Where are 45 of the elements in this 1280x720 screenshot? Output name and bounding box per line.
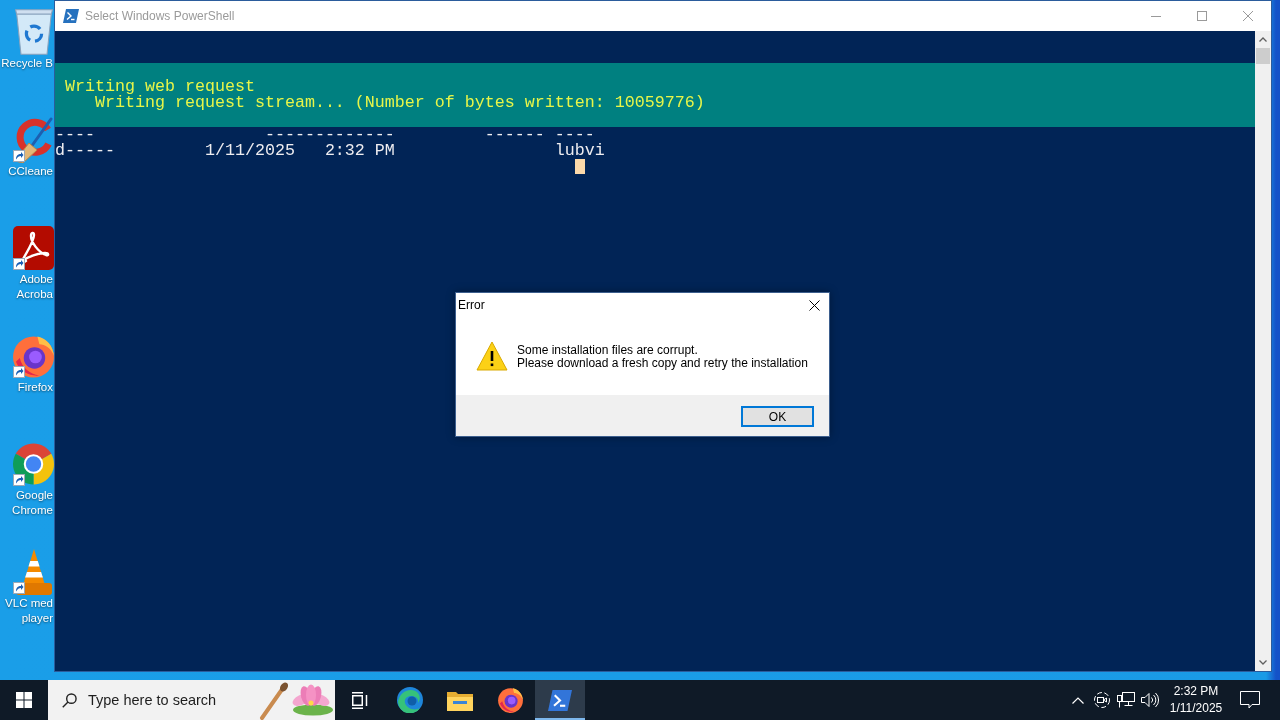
- ok-button[interactable]: OK: [741, 406, 814, 427]
- ribbon-tile-icon[interactable]: [13, 226, 54, 270]
- recycle-bin-icon[interactable]: [14, 9, 53, 55]
- four-panes-icon: [16, 692, 32, 708]
- task-view-icon: [351, 691, 369, 709]
- fox-globe-icon[interactable]: [13, 334, 54, 378]
- clock[interactable]: 2:32 PM 1/11/2025: [1162, 680, 1230, 720]
- desktop-icon-label[interactable]: Chrome: [12, 503, 54, 518]
- error-message: Some installation files are corrupt.: [517, 344, 698, 357]
- close-icon: [808, 299, 820, 311]
- camera-icon[interactable]: [1094, 692, 1110, 708]
- desktop-icon-label[interactable]: VLC med: [5, 596, 54, 611]
- desktop-icon-label[interactable]: Google: [15, 488, 54, 503]
- desktop-icon-label[interactable]: CCleane: [8, 164, 54, 179]
- terminal-icon: [63, 9, 79, 23]
- search-icon: [62, 693, 77, 708]
- speaker-icon[interactable]: [1141, 692, 1159, 708]
- network-icon[interactable]: [1117, 692, 1135, 708]
- dialog-title: Error: [458, 298, 485, 312]
- console-line: d----- 1/11/2025 2:32 PM lubvi: [55, 143, 605, 159]
- wave-logo-icon: [397, 687, 423, 713]
- window-title: Select Windows PowerShell: [85, 9, 235, 23]
- taskbar-app-button[interactable]: [535, 680, 585, 720]
- progress-activity: Writing web request: [65, 79, 255, 95]
- desktop-icon-label[interactable]: Firefox: [17, 380, 54, 395]
- search-field[interactable]: Type here to search: [48, 680, 335, 720]
- minimize-icon: [1151, 15, 1161, 17]
- circle-logo-icon[interactable]: [13, 442, 54, 486]
- speech-bubble-icon: [1240, 691, 1260, 709]
- desktop-icon-label[interactable]: player: [21, 611, 54, 626]
- fox-globe-icon: [497, 687, 523, 713]
- maximize-icon: [1197, 11, 1207, 21]
- close-icon: [1243, 11, 1253, 21]
- desktop-icon-label[interactable]: Adobe: [19, 272, 54, 287]
- progress-status: Writing request stream... (Number of bytes written: 10059776): [95, 95, 705, 111]
- error-message: Please download a fresh copy and retry the installation: [517, 357, 808, 370]
- desktop-icon-label[interactable]: Acroba: [16, 287, 54, 302]
- chevron-up-icon[interactable]: [1072, 696, 1084, 704]
- folder-icon: [447, 689, 473, 711]
- terminal-icon: [548, 689, 572, 711]
- desktop-icon-label[interactable]: Recycle B: [1, 56, 54, 71]
- scroll-thumb[interactable]: [1256, 48, 1270, 64]
- paintbrush-icon: [258, 682, 288, 720]
- console-line: ---- ------------- ------ ----: [55, 127, 595, 143]
- warning-icon: [476, 341, 508, 371]
